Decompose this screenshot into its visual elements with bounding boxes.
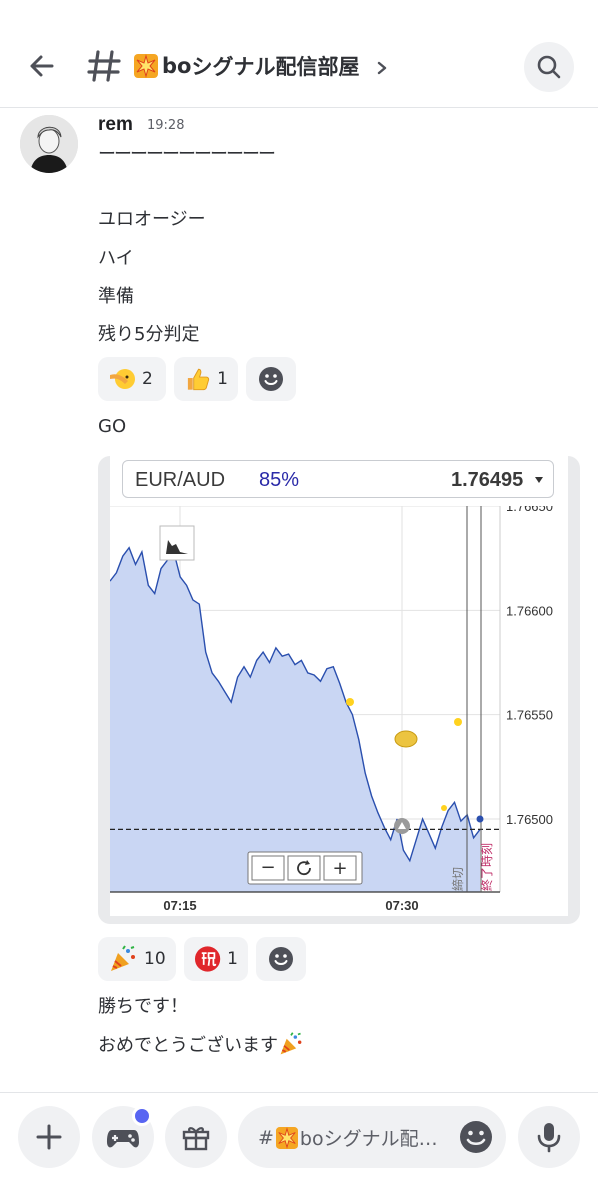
reaction-party-popper[interactable]: 10 [98,937,176,981]
reaction-count: 1 [217,369,228,389]
star-icon [346,698,354,706]
zoom-controls: − + [247,851,363,885]
add-reaction-button[interactable] [246,357,296,401]
hash-icon [87,50,121,82]
party-popper-emoji-icon [111,945,135,971]
message-line: GO [98,416,127,437]
smiley-icon [269,947,293,971]
price-chart: 1.766501.766001.765501.76500 07:15 07:30 … [110,506,568,916]
current-point [476,815,484,823]
reaction-count: 10 [144,949,166,969]
sparkle-emoji-icon [275,1126,298,1149]
gift-icon [182,1127,210,1151]
channel-header: bo シグナル配信部屋 [0,0,598,108]
smiley-icon [259,367,283,391]
payout-percent: 85% [259,469,300,491]
zoom-in-label: + [332,858,347,879]
caret-down-icon [535,477,543,483]
voice-message-button[interactable] [518,1106,580,1168]
avatar[interactable] [20,115,78,173]
message-line: 勝ちです！ [98,996,188,1017]
star-icon [441,805,447,811]
y-tick-label: 1.76650 [506,506,553,514]
congratulations-emoji-icon [194,946,221,972]
message-line-with-emoji: おめでとうございます [98,1031,304,1057]
add-attachment-button[interactable] [18,1106,80,1168]
x-tick-label: 07:15 [163,898,196,913]
star-icon [454,718,462,726]
y-tick-label: 1.76500 [506,812,553,827]
sparkle-emoji-icon [134,54,158,78]
pair-name: EUR/AUD [135,469,226,491]
search-button[interactable] [524,42,574,92]
reset-zoom-button[interactable] [287,855,321,881]
author-name[interactable]: rem [98,114,133,136]
back-button[interactable] [22,46,62,86]
x-tick-label: 07:30 [385,898,418,913]
deadline-label: 締切 [450,867,465,891]
arrow-left-icon [30,55,54,77]
reaction-count: 2 [142,369,153,389]
emoji-picker-icon[interactable] [458,1119,494,1155]
placeholder-hash: # [258,1126,274,1149]
current-price: 1.76495 [451,469,524,491]
message-input-placeholder: # boシグナル配… [258,1124,438,1151]
y-tick-label: 1.76600 [506,603,553,618]
thumbs-up-emoji-icon [187,368,210,391]
reaction-congratulations[interactable]: 1 [184,937,248,981]
pair-selector[interactable]: EUR/AUD 85% 1.76495 [122,460,554,498]
add-reaction-button[interactable] [256,937,306,981]
zoom-out-label: − [260,857,275,878]
channel-title[interactable]: bo シグナル配信部屋 [134,50,359,82]
message-line: おめでとうございます [98,1035,278,1056]
gift-button[interactable] [165,1106,227,1168]
party-popper-emoji-icon [280,1032,302,1055]
channel-prefix: bo [162,54,192,78]
microphone-icon [537,1123,561,1153]
message-line: ユロオージー [98,209,206,230]
message-line: ハイ [98,248,134,269]
search-icon [537,55,561,79]
message-input[interactable]: # boシグナル配… [238,1106,506,1168]
plus-icon [36,1124,62,1150]
chart-type-button[interactable] [159,525,195,561]
message-line: 残り5分判定 [98,324,200,345]
chart-panel: EUR/AUD 85% 1.76495 1.76650 1.76600 1.7655… [110,456,568,916]
expiry-label: 終了時刻 [479,843,494,891]
user-avatar-icon [20,115,78,173]
coin-icon [394,730,418,748]
message-line: ーーーーーーーーーーー [98,144,276,165]
y-tick-label: 1.76550 [506,708,553,723]
placeholder-channel: boシグナル配… [299,1128,438,1150]
reaction-thumbs-up[interactable]: 1 [174,357,238,401]
face-palm-emoji-icon [110,369,135,389]
chart-image-embed[interactable]: EUR/AUD 85% 1.76495 1.76650 1.76600 1.7655… [98,456,580,924]
reaction-count: 1 [227,949,238,969]
reaction-face-palm[interactable]: 2 [98,357,166,401]
timestamp: 19:28 [147,118,185,133]
channel-name: シグナル配信部屋 [191,55,360,79]
notification-dot [132,1106,152,1126]
chevron-right-icon[interactable] [374,58,390,78]
message-line: 準備 [98,286,134,307]
gamepad-icon [107,1130,139,1148]
